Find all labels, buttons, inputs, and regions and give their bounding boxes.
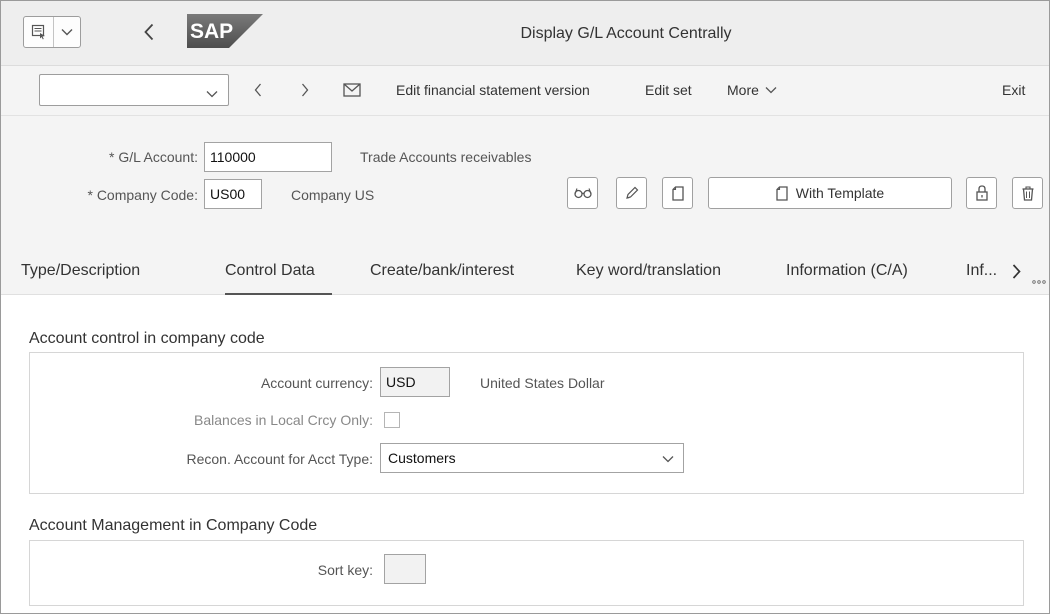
chevron-down-icon — [54, 17, 80, 47]
title-bar: SAP Display G/L Account Centrally — [1, 1, 1049, 66]
previous-icon — [254, 83, 261, 97]
local-crcy-only-label: Balances in Local Crcy Only: — [194, 412, 373, 428]
lock-icon — [975, 185, 988, 201]
account-management-title: Account Management in Company Code — [29, 517, 318, 534]
menu-icon — [24, 17, 54, 47]
tabs-overflow-button[interactable] — [1032, 271, 1046, 289]
account-control-title: Account control in company code — [29, 330, 265, 347]
account-currency-description: United States Dollar — [480, 375, 605, 391]
previous-button[interactable] — [247, 74, 269, 106]
next-icon — [302, 83, 309, 97]
sort-key-label: Sort key: — [317, 562, 373, 578]
menu-button[interactable] — [23, 16, 81, 48]
gl-account-input[interactable]: 110000 — [204, 142, 332, 172]
chevron-down-icon — [206, 85, 218, 103]
back-button[interactable] — [137, 16, 161, 48]
gl-account-description: Trade Accounts receivables — [360, 149, 532, 165]
gl-account-label: * G/L Account: — [109, 149, 198, 165]
delete-button[interactable] — [1012, 177, 1043, 209]
copy-button[interactable] — [662, 177, 693, 209]
account-currency-label: Account currency: — [260, 375, 373, 391]
more-button[interactable]: More — [727, 74, 777, 106]
sap-window: SAP Display G/L Account Centrally Edit f… — [0, 0, 1050, 614]
chevron-down-icon — [662, 456, 674, 463]
exit-button[interactable]: Exit — [1002, 74, 1025, 106]
glasses-icon — [573, 188, 592, 199]
local-crcy-only-checkbox[interactable] — [384, 412, 400, 428]
company-code-input[interactable]: US00 — [204, 179, 262, 209]
recon-account-select[interactable]: Customers — [380, 443, 684, 473]
with-template-label: With Template — [795, 185, 885, 201]
tab-information-ca[interactable]: Information (C/A) — [786, 262, 908, 280]
recon-account-value: Customers — [388, 450, 456, 466]
back-icon — [144, 23, 154, 41]
copy-icon — [671, 185, 684, 201]
edit-fsv-button[interactable]: Edit financial statement version — [396, 74, 590, 106]
tab-type-description[interactable]: Type/Description — [21, 262, 140, 280]
sort-key-field — [384, 554, 426, 584]
tabs-scroll-right-button[interactable] — [1012, 264, 1021, 284]
tab-control-data[interactable]: Control Data — [225, 262, 315, 280]
mail-button[interactable] — [341, 74, 363, 106]
envelope-icon — [343, 83, 361, 97]
edit-button[interactable] — [616, 177, 647, 209]
chevron-right-icon — [1012, 264, 1021, 279]
chevron-down-icon — [765, 87, 777, 94]
company-code-description: Company US — [291, 187, 375, 203]
trash-icon — [1022, 185, 1033, 201]
with-template-button[interactable]: With Template — [708, 177, 952, 209]
copy-icon — [776, 185, 788, 201]
next-button[interactable] — [294, 74, 316, 106]
page-title: Display G/L Account Centrally — [520, 24, 732, 42]
overflow-icon — [1032, 280, 1046, 284]
tab-create-bank-interest[interactable]: Create/bank/interest — [370, 262, 514, 280]
edit-set-button[interactable]: Edit set — [645, 74, 692, 106]
more-label: More — [727, 82, 759, 98]
tab-key-word-translation[interactable]: Key word/translation — [576, 262, 721, 280]
account-currency-field: USD — [380, 367, 450, 397]
company-code-label: * Company Code: — [87, 187, 198, 203]
tab-information-more[interactable]: Inf... — [966, 262, 997, 280]
toolbar: Edit financial statement version Edit se… — [1, 66, 1049, 116]
recon-account-label: Recon. Account for Acct Type: — [186, 451, 373, 467]
lock-button[interactable] — [966, 177, 997, 209]
pencil-icon — [625, 186, 638, 199]
display-button[interactable] — [567, 177, 598, 209]
command-select[interactable] — [39, 74, 229, 106]
